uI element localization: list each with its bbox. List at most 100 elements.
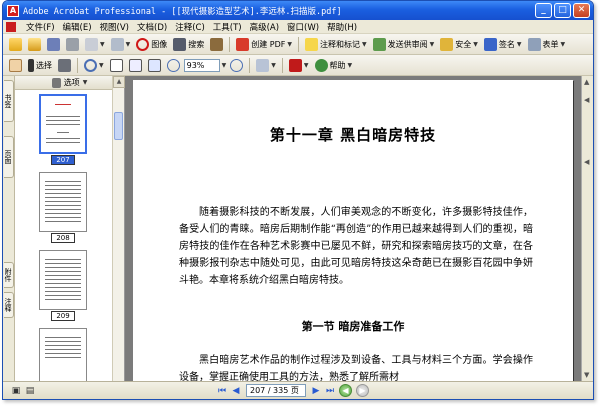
no-sign-icon: [136, 37, 150, 51]
tab-attachments[interactable]: 附件: [4, 262, 14, 288]
create-pdf-button[interactable]: 创建 PDF ▼: [234, 36, 294, 52]
save-button[interactable]: [45, 36, 62, 52]
tab-comments[interactable]: 注释: [4, 292, 14, 318]
menu-tools[interactable]: 工具(T): [209, 21, 246, 33]
thumbnail-page-number: 209: [51, 311, 75, 321]
next-page-button[interactable]: ▶: [309, 384, 323, 397]
previous-view-button[interactable]: ◀: [339, 384, 352, 397]
zoom-out-icon: [166, 58, 180, 72]
hand-tool-button[interactable]: [7, 57, 24, 73]
zoom-input[interactable]: 93%: [183, 58, 220, 72]
menu-edit[interactable]: 编辑(E): [59, 21, 96, 33]
zoom-in-icon: [230, 58, 244, 72]
menu-help[interactable]: 帮助(H): [323, 21, 361, 33]
menu-document[interactable]: 文档(D): [133, 21, 171, 33]
fit-width-button[interactable]: [146, 57, 163, 73]
body-paragraph: 随着摄影科技的不断发展，人们审美观念的不断变化，许多摄影特技佳作，备受人们的青睐…: [179, 204, 533, 289]
menu-view[interactable]: 视图(V): [96, 21, 133, 33]
maximize-button[interactable]: □: [554, 3, 571, 18]
toolbar-separator: [281, 57, 283, 73]
thumbnail-image: [39, 250, 87, 310]
close-button[interactable]: ✕: [573, 3, 590, 18]
chevron-left-icon[interactable]: ◀: [584, 158, 589, 166]
menu-comments[interactable]: 注释(C): [171, 21, 209, 33]
yahoo-button[interactable]: ▼: [287, 57, 311, 73]
secure-button[interactable]: 安全 ▼: [438, 36, 480, 52]
scroll-thumb[interactable]: [114, 112, 123, 140]
comment-markup-button[interactable]: 注释和标记 ▼: [303, 36, 369, 52]
thumbnail-page[interactable]: 209: [39, 250, 87, 321]
create-pdf-label: 创建 PDF: [251, 39, 286, 49]
document-viewer[interactable]: 第十一章 黑白暗房特技 随着摄影科技的不断发展，人们审美观念的不断变化，许多摄影…: [125, 76, 593, 381]
forms-icon: [527, 37, 541, 51]
lock-button[interactable]: [208, 36, 225, 52]
acrobat-app-icon: A: [7, 4, 19, 17]
main-area: 书签 页面 附件 注释 选项 ▼ 207 208 209 ▲ 第十一章 黑白暗房…: [3, 76, 593, 399]
chevron-down-icon[interactable]: ▼: [83, 79, 88, 86]
chevron-down-icon: ▼: [100, 40, 105, 48]
actual-size-button[interactable]: [108, 57, 125, 73]
forms-button[interactable]: 表单 ▼: [526, 36, 568, 52]
document-scrollbar[interactable]: ▲ ◀ ◀ ▼: [581, 76, 593, 381]
page-layout-icon[interactable]: ▣: [9, 384, 23, 397]
menu-advanced[interactable]: 高级(A): [246, 21, 283, 33]
chevron-down-icon: ▼: [429, 40, 435, 48]
menu-window[interactable]: 窗口(W): [283, 21, 323, 33]
zoom-in-button[interactable]: [228, 57, 245, 73]
next-view-button[interactable]: ▶: [356, 384, 369, 397]
padlock-icon: [440, 37, 454, 51]
chevron-down-icon: ▼: [271, 61, 276, 69]
zoom-tool-button[interactable]: ▼: [82, 57, 106, 73]
first-page-button[interactable]: ⏮: [215, 384, 229, 397]
select-tool-button[interactable]: 选择: [26, 57, 54, 73]
sign-button[interactable]: 签名 ▼: [482, 36, 524, 52]
chevron-left-icon[interactable]: ◀: [584, 96, 589, 104]
thumbnails-scrollbar[interactable]: ▲: [112, 76, 125, 381]
chevron-down-icon: ▼: [362, 40, 367, 48]
print-button[interactable]: [64, 36, 81, 52]
trash-icon[interactable]: [51, 77, 61, 88]
page-number-field[interactable]: 207 / 335 页: [246, 384, 306, 397]
fit-width-icon: [147, 58, 161, 72]
forms-label: 表单: [542, 39, 559, 49]
previous-page-button[interactable]: ◀: [229, 384, 243, 397]
fit-page-button[interactable]: [127, 57, 144, 73]
image-button[interactable]: 图像: [134, 36, 169, 52]
save-icon: [47, 37, 60, 51]
chevron-down-icon: ▼: [125, 40, 131, 48]
menu-file[interactable]: 文件(F): [22, 21, 59, 33]
rotate-button[interactable]: ▼: [254, 57, 278, 73]
sign-label: 签名: [498, 39, 515, 49]
minimize-button[interactable]: _: [535, 3, 552, 18]
attach-button[interactable]: ▼: [109, 36, 133, 52]
organizer-button[interactable]: [26, 36, 43, 52]
paperclip-icon: [110, 37, 124, 51]
title-bar[interactable]: A Adobe Acrobat Professional - [[现代摄影造型艺…: [3, 1, 593, 20]
scroll-up-icon[interactable]: ▲: [584, 78, 589, 86]
help-icon: [314, 58, 328, 72]
acrobat-window: A Adobe Acrobat Professional - [[现代摄影造型艺…: [2, 0, 594, 400]
snapshot-button[interactable]: [56, 57, 73, 73]
thumbnail-page[interactable]: 208: [39, 172, 87, 243]
thumbnails-header: 选项 ▼: [15, 76, 124, 90]
pen-icon: [483, 37, 497, 51]
thumbnail-page[interactable]: 207: [39, 94, 87, 165]
tab-pages[interactable]: 页面: [4, 136, 14, 178]
fit-page-icon: [128, 58, 142, 72]
search-button[interactable]: 搜索: [171, 36, 206, 52]
scroll-up-icon[interactable]: ▲: [113, 76, 125, 88]
email-button[interactable]: ▼: [83, 36, 107, 52]
single-page-icon[interactable]: ▤: [23, 384, 37, 397]
open-button[interactable]: [7, 36, 24, 52]
options-menu[interactable]: 选项: [64, 77, 80, 88]
document-menu-icon[interactable]: [6, 21, 16, 32]
last-page-button[interactable]: ⏭: [323, 384, 337, 397]
tab-bookmarks[interactable]: 书签: [4, 80, 14, 122]
comment-markup-label: 注释和标记: [320, 39, 361, 49]
send-review-button[interactable]: 发送供审阅 ▼: [371, 36, 437, 52]
zoom-dropdown-chevron-icon[interactable]: ▼: [222, 62, 227, 69]
zoom-out-button[interactable]: [165, 57, 182, 73]
thumbnail-image: [39, 94, 87, 154]
help-button[interactable]: 帮助 ▼: [313, 57, 355, 73]
scroll-down-icon[interactable]: ▼: [584, 371, 589, 379]
